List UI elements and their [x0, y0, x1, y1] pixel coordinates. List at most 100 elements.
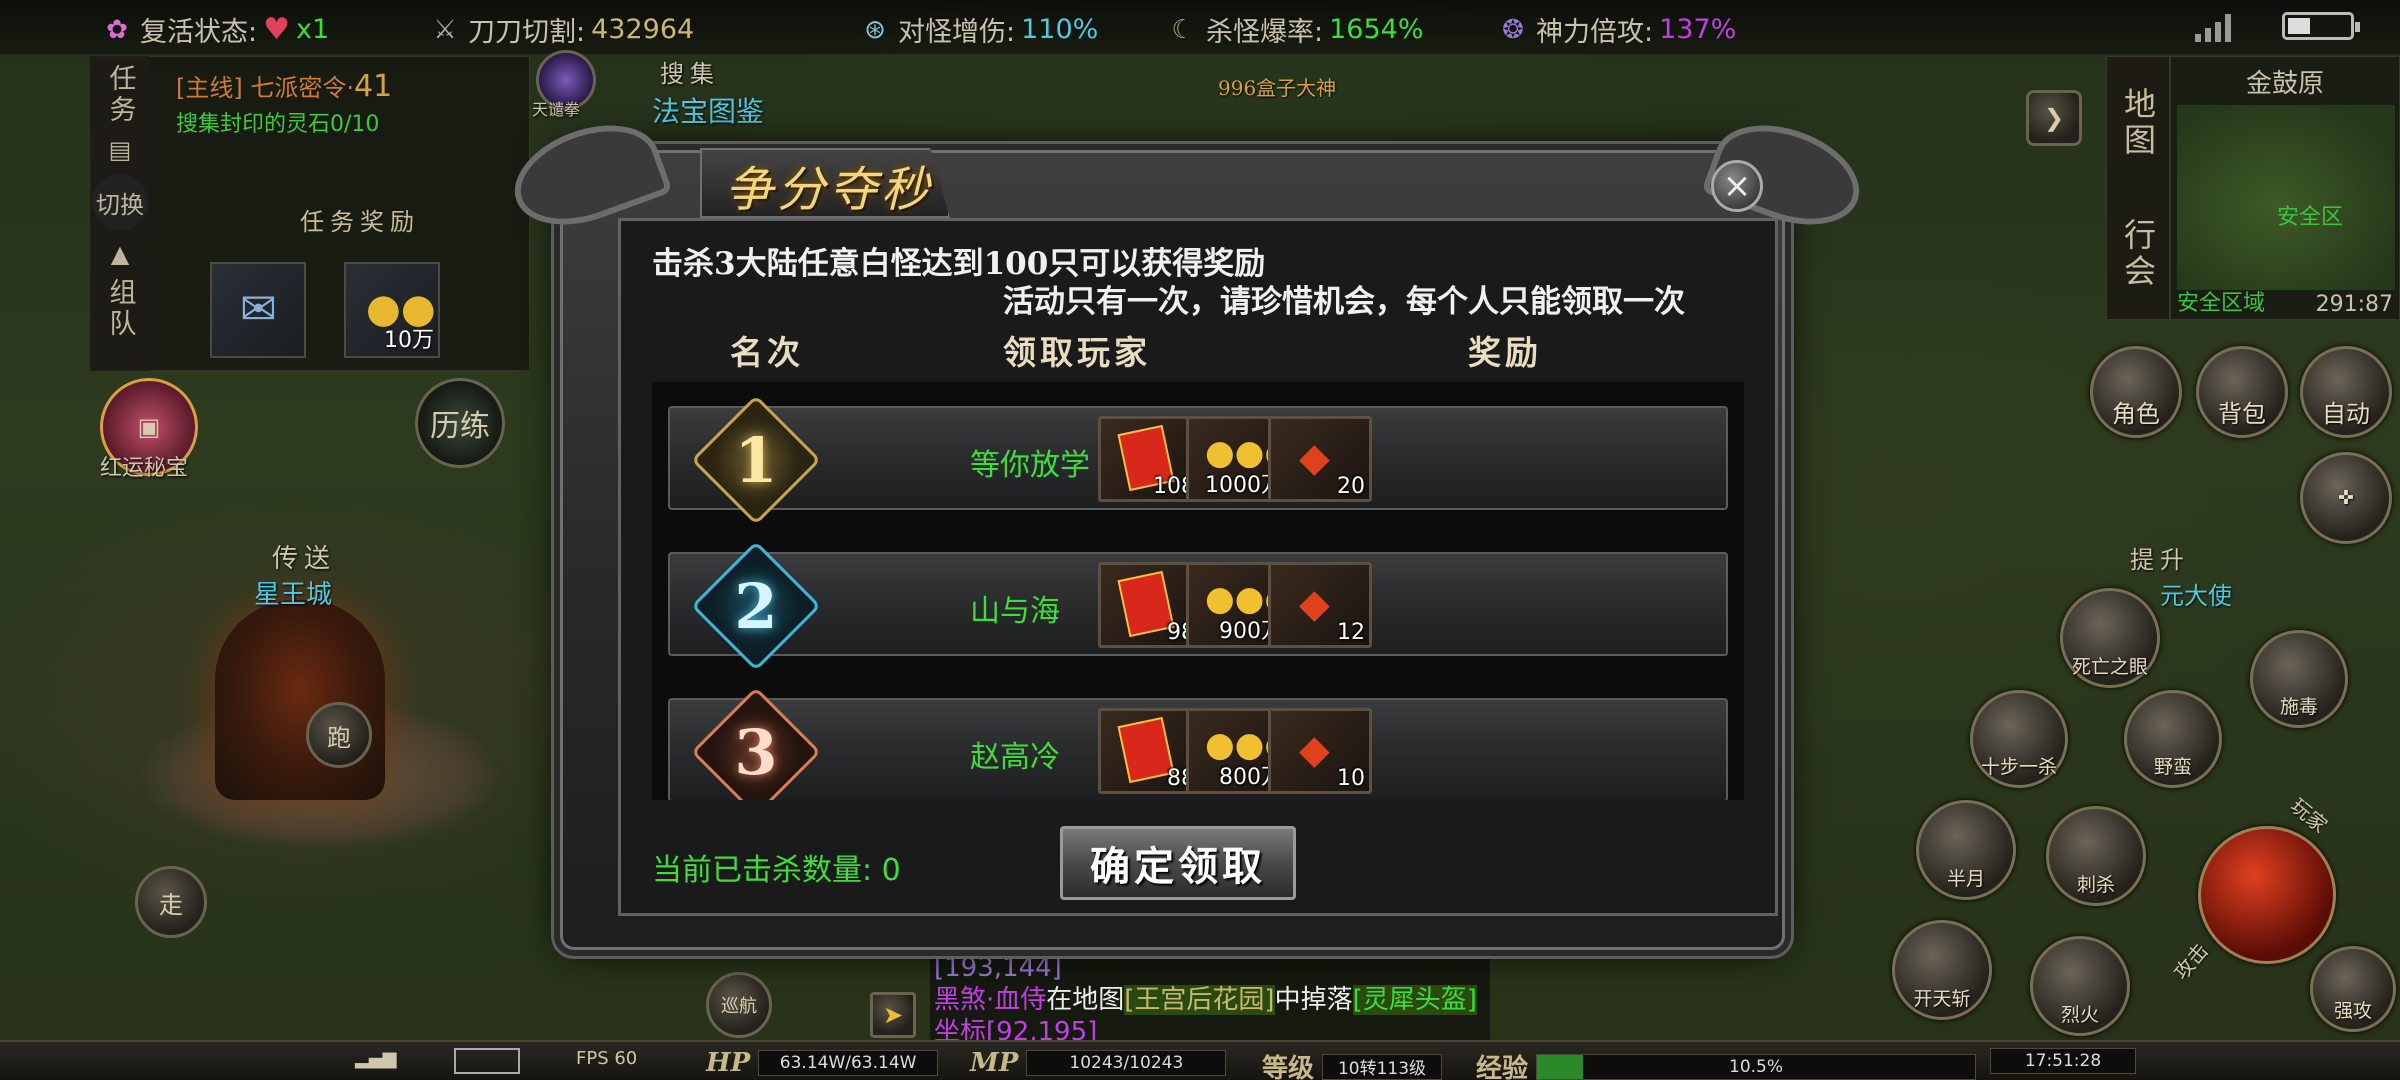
collect-label: 搜集	[660, 60, 720, 88]
skill-poison[interactable]: 施毒	[2250, 630, 2348, 728]
rank-number: 2	[734, 569, 778, 643]
player-name: 山与海	[970, 594, 1060, 629]
status-bar: ✿ 复活状态: ♥ x1 ⚔ 刀刀切割: 432964 ⊛ 对怪增伤: 110%…	[0, 0, 2400, 54]
map-tabs: 地图 行会	[2106, 56, 2170, 320]
walk-button[interactable]: 走	[135, 866, 207, 938]
quest-reward-header: 任务奖励	[300, 208, 420, 236]
skill-savage[interactable]: 野蛮	[2124, 690, 2222, 788]
cut-stat: ⚔ 刀刀切割: 432964	[428, 10, 694, 49]
reward-material[interactable]: ◆ 20	[1268, 416, 1372, 502]
skill-strong-attack[interactable]: 强攻	[2310, 946, 2396, 1032]
player-name: 赵高冷	[970, 740, 1060, 775]
revive-status: ✿ 复活状态: ♥ x1	[100, 10, 329, 49]
dragon-icon: ❂	[1502, 14, 1524, 45]
main-attack-button[interactable]	[2198, 826, 2336, 964]
chat-line-drop: 黑煞·血侍在地图[王宫后花园]中掉落[灵犀头盔]	[934, 985, 1477, 1015]
hp-display: HP 63.14W/63.14W	[706, 1048, 939, 1078]
battery-icon	[2282, 12, 2360, 40]
dialog-title: 争分夺秒	[725, 162, 934, 218]
bag-button[interactable]: 背包	[2196, 346, 2288, 438]
zone-label: 安全区域	[2177, 291, 2266, 316]
skill-ten-step[interactable]: 十步一杀	[1970, 690, 2068, 788]
teleport-label: 传送	[272, 544, 337, 574]
collapse-arrow-icon[interactable]: ❯	[2026, 90, 2082, 146]
red-crystal-icon: ◆	[1299, 727, 1330, 773]
skill-assassinate[interactable]: 刺杀	[2046, 806, 2146, 906]
move-dpad-icon[interactable]: ✜	[2300, 452, 2392, 544]
reward-slot-scroll[interactable]: ✉	[210, 262, 306, 358]
red-crystal-icon: ◆	[1299, 435, 1330, 481]
mp-display: MP 10243/10243	[970, 1048, 1227, 1078]
train-button[interactable]: 历练	[415, 378, 505, 468]
tab-guild[interactable]: 行会	[2115, 218, 2161, 290]
fps-readout: FPS 60	[576, 1048, 638, 1069]
battery-bottom-icon	[454, 1048, 520, 1074]
city-link[interactable]: 星王城	[254, 574, 332, 611]
map-name: 金鼓原	[2245, 69, 2324, 99]
teleport-portal[interactable]	[215, 600, 385, 800]
skill-blaze[interactable]: 烈火	[2030, 936, 2130, 1036]
power-stat: ❂ 神力倍攻: 137%	[1496, 10, 1736, 49]
quest-title[interactable]: [主线] 七派密令·41	[176, 68, 392, 104]
event-notice: 活动只有一次，请珍惜机会，每个人只能领取一次	[1003, 284, 1685, 320]
player-nameplate: 996盒子大神	[1218, 76, 1337, 100]
quest-objective[interactable]: 搜集封印的灵石0/10	[176, 106, 379, 138]
reward-material[interactable]: ◆ 12	[1268, 562, 1372, 648]
col-reward-header: 奖励	[1468, 333, 1542, 372]
col-player-header: 领取玩家	[1003, 333, 1151, 372]
reward-slot-gold[interactable]: ●● 10万	[344, 262, 440, 358]
tab-switch[interactable]: 切换	[92, 174, 148, 230]
tab-team[interactable]: 组队	[101, 278, 140, 340]
skill-sky-slash[interactable]: 开天斩	[1892, 920, 1992, 1020]
rank-number: 3	[734, 715, 778, 789]
tab-map[interactable]: 地图	[2115, 87, 2161, 159]
tab-task[interactable]: 任务	[101, 64, 140, 126]
scythe-icon: ☾	[1171, 14, 1195, 45]
rank-list[interactable]: 1 等你放学 108 ●●● 1000万 ◆ 20 2 山与海 98 ●●● 9…	[652, 382, 1744, 800]
artifact-link[interactable]: 法宝图鉴	[652, 90, 764, 130]
chat-log[interactable]: [193,144] 黑煞·血侍在地图[王宫后花园]中掉落[灵犀头盔] 坐标[92…	[930, 952, 1490, 1047]
auto-button[interactable]: 自动	[2300, 346, 2392, 438]
exp-bar: 10.5%	[1536, 1053, 1977, 1080]
skill-heaven-label: 天谴拳	[532, 100, 581, 119]
level-display: 等级 10转113级	[1262, 1048, 1443, 1080]
rank-row-2[interactable]: 2 山与海 98 ●●● 900万 ◆ 12	[668, 540, 1728, 672]
kill-count: 当前已击杀数量: 0	[652, 853, 901, 888]
close-icon: ×	[1722, 166, 1752, 206]
patrol-button[interactable]: 巡航	[706, 972, 772, 1038]
envoy-link[interactable]: 元大使	[2160, 576, 2232, 611]
scroll-icon: ▤	[108, 136, 132, 164]
skill-half-moon[interactable]: 半月	[1916, 800, 2016, 900]
quest-tabs: 任务 ▤ 切换 ▲ 组队	[90, 56, 150, 371]
clock-display: 17:51:28	[1990, 1048, 2136, 1074]
rank-row-1[interactable]: 1 等你放学 108 ●●● 1000万 ◆ 20	[668, 394, 1728, 526]
reward-material[interactable]: ◆ 10	[1268, 708, 1372, 794]
drop-stat: ☾ 杀怪爆率: 1654%	[1166, 10, 1423, 49]
close-button[interactable]: ×	[1711, 160, 1763, 212]
rank-row-3[interactable]: 3 赵高冷 88 ●●● 800万 ◆ 10	[668, 686, 1728, 800]
bottom-status-bar: ▂▄▆ FPS 60 HP 63.14W/63.14W MP 10243/102…	[0, 1040, 2400, 1080]
signal-bottom-icon: ▂▄▆	[355, 1048, 397, 1069]
skill-death-eye[interactable]: 死亡之眼	[2060, 588, 2160, 688]
lotus-icon: ✿	[106, 14, 128, 45]
red-envelope-icon	[1117, 716, 1175, 784]
signal-icon	[2195, 12, 2231, 42]
col-rank-header: 名次	[730, 333, 804, 372]
confirm-claim-button[interactable]: 确定领取	[1060, 826, 1296, 900]
red-crystal-icon: ◆	[1299, 581, 1330, 627]
run-button[interactable]: 跑	[306, 702, 372, 768]
flag-icon: ▲	[110, 240, 130, 268]
exp-display: 经验 10.5%	[1476, 1048, 1977, 1080]
sword-icon: ⚔	[433, 14, 457, 45]
player-name: 等你放学	[970, 448, 1090, 483]
upgrade-label: 提升	[2130, 546, 2190, 574]
exp-fill	[1537, 1054, 1583, 1079]
role-button[interactable]: 角色	[2090, 346, 2182, 438]
scroll-item-icon: ✉	[240, 284, 277, 335]
coord-readout: 291:87	[2315, 292, 2393, 317]
damage-stat: ⊛ 对怪增伤: 110%	[858, 10, 1098, 49]
red-envelope-icon	[1117, 570, 1175, 638]
send-arrow-icon[interactable]: ➤	[870, 992, 916, 1038]
minimap-view[interactable]: 安全区	[2177, 105, 2395, 290]
minimap[interactable]: 金鼓原 安全区 安全区域 291:87	[2170, 56, 2400, 320]
